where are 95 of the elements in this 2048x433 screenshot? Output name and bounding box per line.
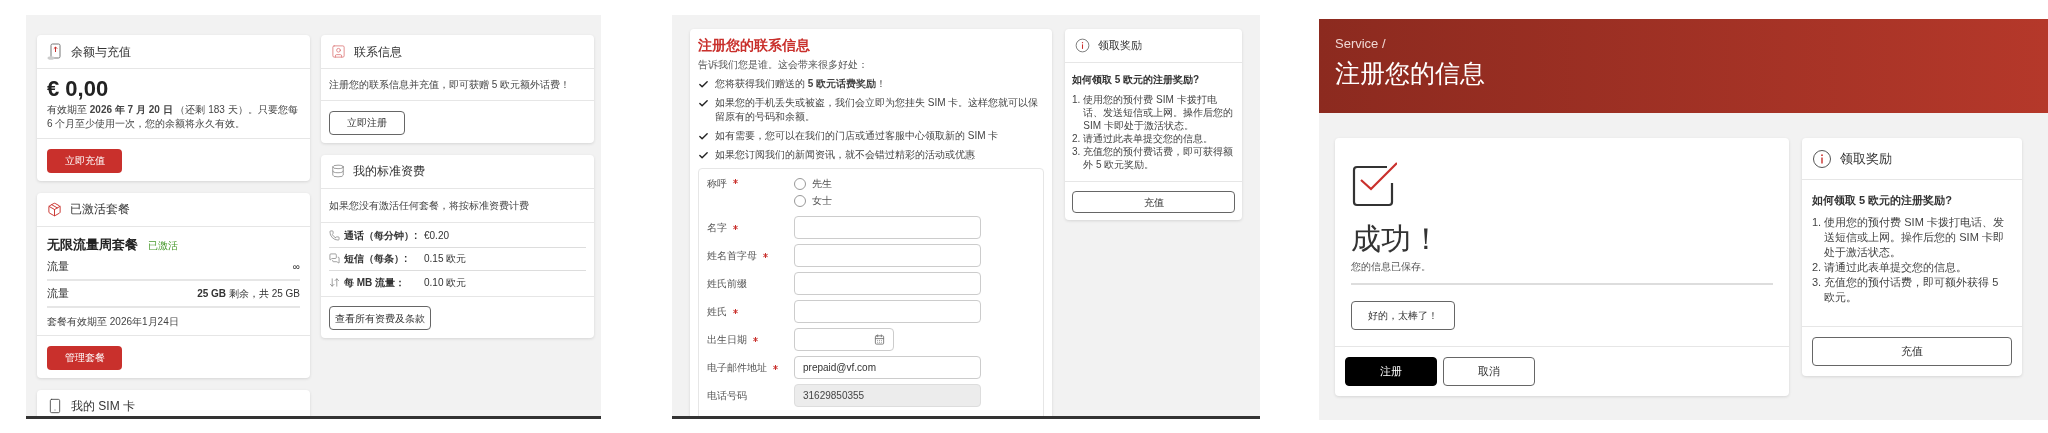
radio-label: 女士 (812, 194, 832, 208)
required-icon (733, 224, 738, 230)
contact-icon (331, 44, 346, 59)
step-number: 1. (1072, 93, 1081, 107)
radio-label: 先生 (812, 177, 832, 191)
benefit-text: 您将获得我们赠送的 5 欧元话费奖励！ (715, 77, 887, 91)
info-icon (1812, 148, 1832, 169)
top-up-button[interactable]: 立即充值 (47, 148, 122, 173)
required-icon (753, 336, 758, 342)
breadcrumb: Service / (1335, 35, 1387, 52)
phone-icon (329, 230, 340, 241)
cancel-button[interactable]: 取消 (1443, 357, 1535, 386)
step-number: 3. (1072, 145, 1081, 159)
balance-amount: € 0,00 (47, 75, 110, 103)
field-label: 电话号码 (707, 388, 747, 403)
calendar-icon (874, 333, 885, 345)
input-field[interactable] (794, 215, 981, 239)
step-text: 充值您的预付话费，即可额外获得 5 欧元。 (1824, 274, 2000, 305)
expiry-text: 套餐有效期至 2026年1月24日 (47, 315, 180, 329)
benefit-text: 如果您的手机丢失或被盗，我们会立即为您挂失 SIM 卡。这样您就可以保留原有的号码和余额。 (715, 96, 1040, 124)
rates-text: 如果您没有激活任何套餐，将按标准资费计费 (321, 188, 594, 223)
check-icon (698, 79, 709, 90)
rate-value: 0.15 欧元 (424, 252, 467, 266)
check-icon (698, 131, 709, 142)
field-label: 电子邮件地址 (707, 360, 767, 375)
field-label: 姓名首字母 (707, 248, 757, 263)
step-text: 请通过此表单提交您的信息。 (1083, 132, 1214, 145)
step-number: 3. (1812, 274, 1822, 290)
rates-terms-button[interactable]: 查看所有资费及条款 (329, 306, 431, 330)
step-text: 使用您的预付费 SIM 卡拨打电话、发送短信或上网。操作后您的 SIM 卡即处于激活状态。 (1824, 214, 2005, 260)
register-button[interactable]: 注册 (1345, 357, 1437, 386)
phone-coins-icon (47, 42, 63, 61)
input-field[interactable] (794, 243, 981, 267)
card-title: 领取奖励 (1840, 149, 1892, 168)
card-title: 余额与充值 (71, 43, 131, 61)
required-icon (733, 179, 738, 184)
benefit-text: 如有需要，您可以在我们的门店或通过客服中心领取新的 SIM 卡 (715, 129, 999, 143)
status-label: 已激活 (148, 238, 178, 253)
field-label: 称呼 (707, 177, 727, 191)
confirm-button[interactable]: 好的，太棒了！ (1351, 301, 1455, 330)
register-button[interactable]: 立即注册 (329, 110, 405, 135)
row-label: 流量 (47, 286, 69, 302)
reward-question: 如何领取 5 欧元的注册奖励? (1812, 193, 1953, 208)
row-value: 25 GB 剩余，共 25 GB (197, 287, 300, 301)
info-icon (1075, 38, 1090, 53)
rate-label: 每 MB 流量： (344, 275, 407, 290)
stack-icon (331, 164, 345, 178)
top-up-button[interactable]: 充值 (1812, 337, 2012, 366)
bundle-name: 无限流量周套餐 (47, 235, 138, 254)
success-heading: 成功！ (1351, 221, 1442, 257)
benefit-text: 如果您订阅我们的新闻资讯，就不会错过精彩的活动或优惠 (715, 148, 975, 162)
data-icon (329, 276, 340, 288)
input-field[interactable]: prepaid@vf.com (794, 355, 981, 379)
step-text: 充值您的预付费话费，即可获得额外 5 欧元奖励。 (1083, 145, 1235, 171)
page-title: 注册您的信息 (1335, 58, 1486, 89)
input-field[interactable] (794, 271, 981, 295)
top-up-button[interactable]: 充值 (1072, 191, 1235, 213)
required-icon (733, 308, 738, 314)
check-icon (698, 98, 709, 109)
step-number: 2. (1072, 132, 1081, 145)
checkbox-icon (1351, 161, 1397, 207)
card-title: 联系信息 (354, 43, 402, 61)
step-number: 2. (1812, 259, 1822, 275)
smartphone-icon (47, 398, 63, 414)
check-icon (698, 150, 709, 161)
chat-icon (329, 253, 340, 264)
success-message: 您的信息已保存。 (1351, 259, 1773, 285)
field-label: 姓氏 (707, 304, 727, 319)
field-label: 名字 (707, 220, 727, 235)
rate-value: 0.10 欧元 (424, 275, 467, 290)
card-title: 我的 SIM 卡 (71, 398, 135, 415)
field-label: 姓氏前缀 (707, 276, 747, 291)
manage-button[interactable]: 管理套餐 (47, 345, 122, 370)
required-icon (773, 364, 778, 370)
card-title: 已激活套餐 (70, 201, 130, 218)
card-title: 领取奖励 (1098, 38, 1142, 54)
contact-text: 注册您的联系信息并充值，即可获赠 5 欧元额外话费！ (321, 69, 594, 101)
rate-label: 短信（每条）: (344, 252, 409, 266)
row-label: 流量 (47, 259, 69, 275)
input-field[interactable] (794, 299, 981, 323)
row-value: ∞ (292, 260, 300, 274)
field-label: 出生日期 (707, 332, 747, 347)
package-icon (47, 201, 62, 217)
card-title: 我的标准资费 (353, 163, 425, 180)
rate-label: 通话（每分钟）: (344, 229, 419, 243)
required-icon (763, 252, 768, 258)
validity-text: 有效期至 2026 年 7 月 20 日 （还剩 183 天）。只要您每 6 个月至少使用一次，您的余额将永久有效。 (47, 103, 299, 131)
step-text: 使用您的预付费 SIM 卡拨打电话、发送短信或上网。操作后您的 SIM 卡即处于激活状态。 (1083, 93, 1235, 132)
reward-question: 如何领取 5 欧元的注册奖励? (1072, 73, 1201, 87)
step-text: 请通过此表单提交您的信息。 (1824, 259, 1968, 275)
date-field[interactable] (794, 327, 894, 351)
rate-value: €0.20 (424, 229, 450, 243)
intro-text: 告诉我们您是谁。这会带来很多好处： (698, 58, 869, 72)
step-number: 1. (1812, 214, 1822, 230)
form-title: 注册您的联系信息 (698, 36, 811, 54)
